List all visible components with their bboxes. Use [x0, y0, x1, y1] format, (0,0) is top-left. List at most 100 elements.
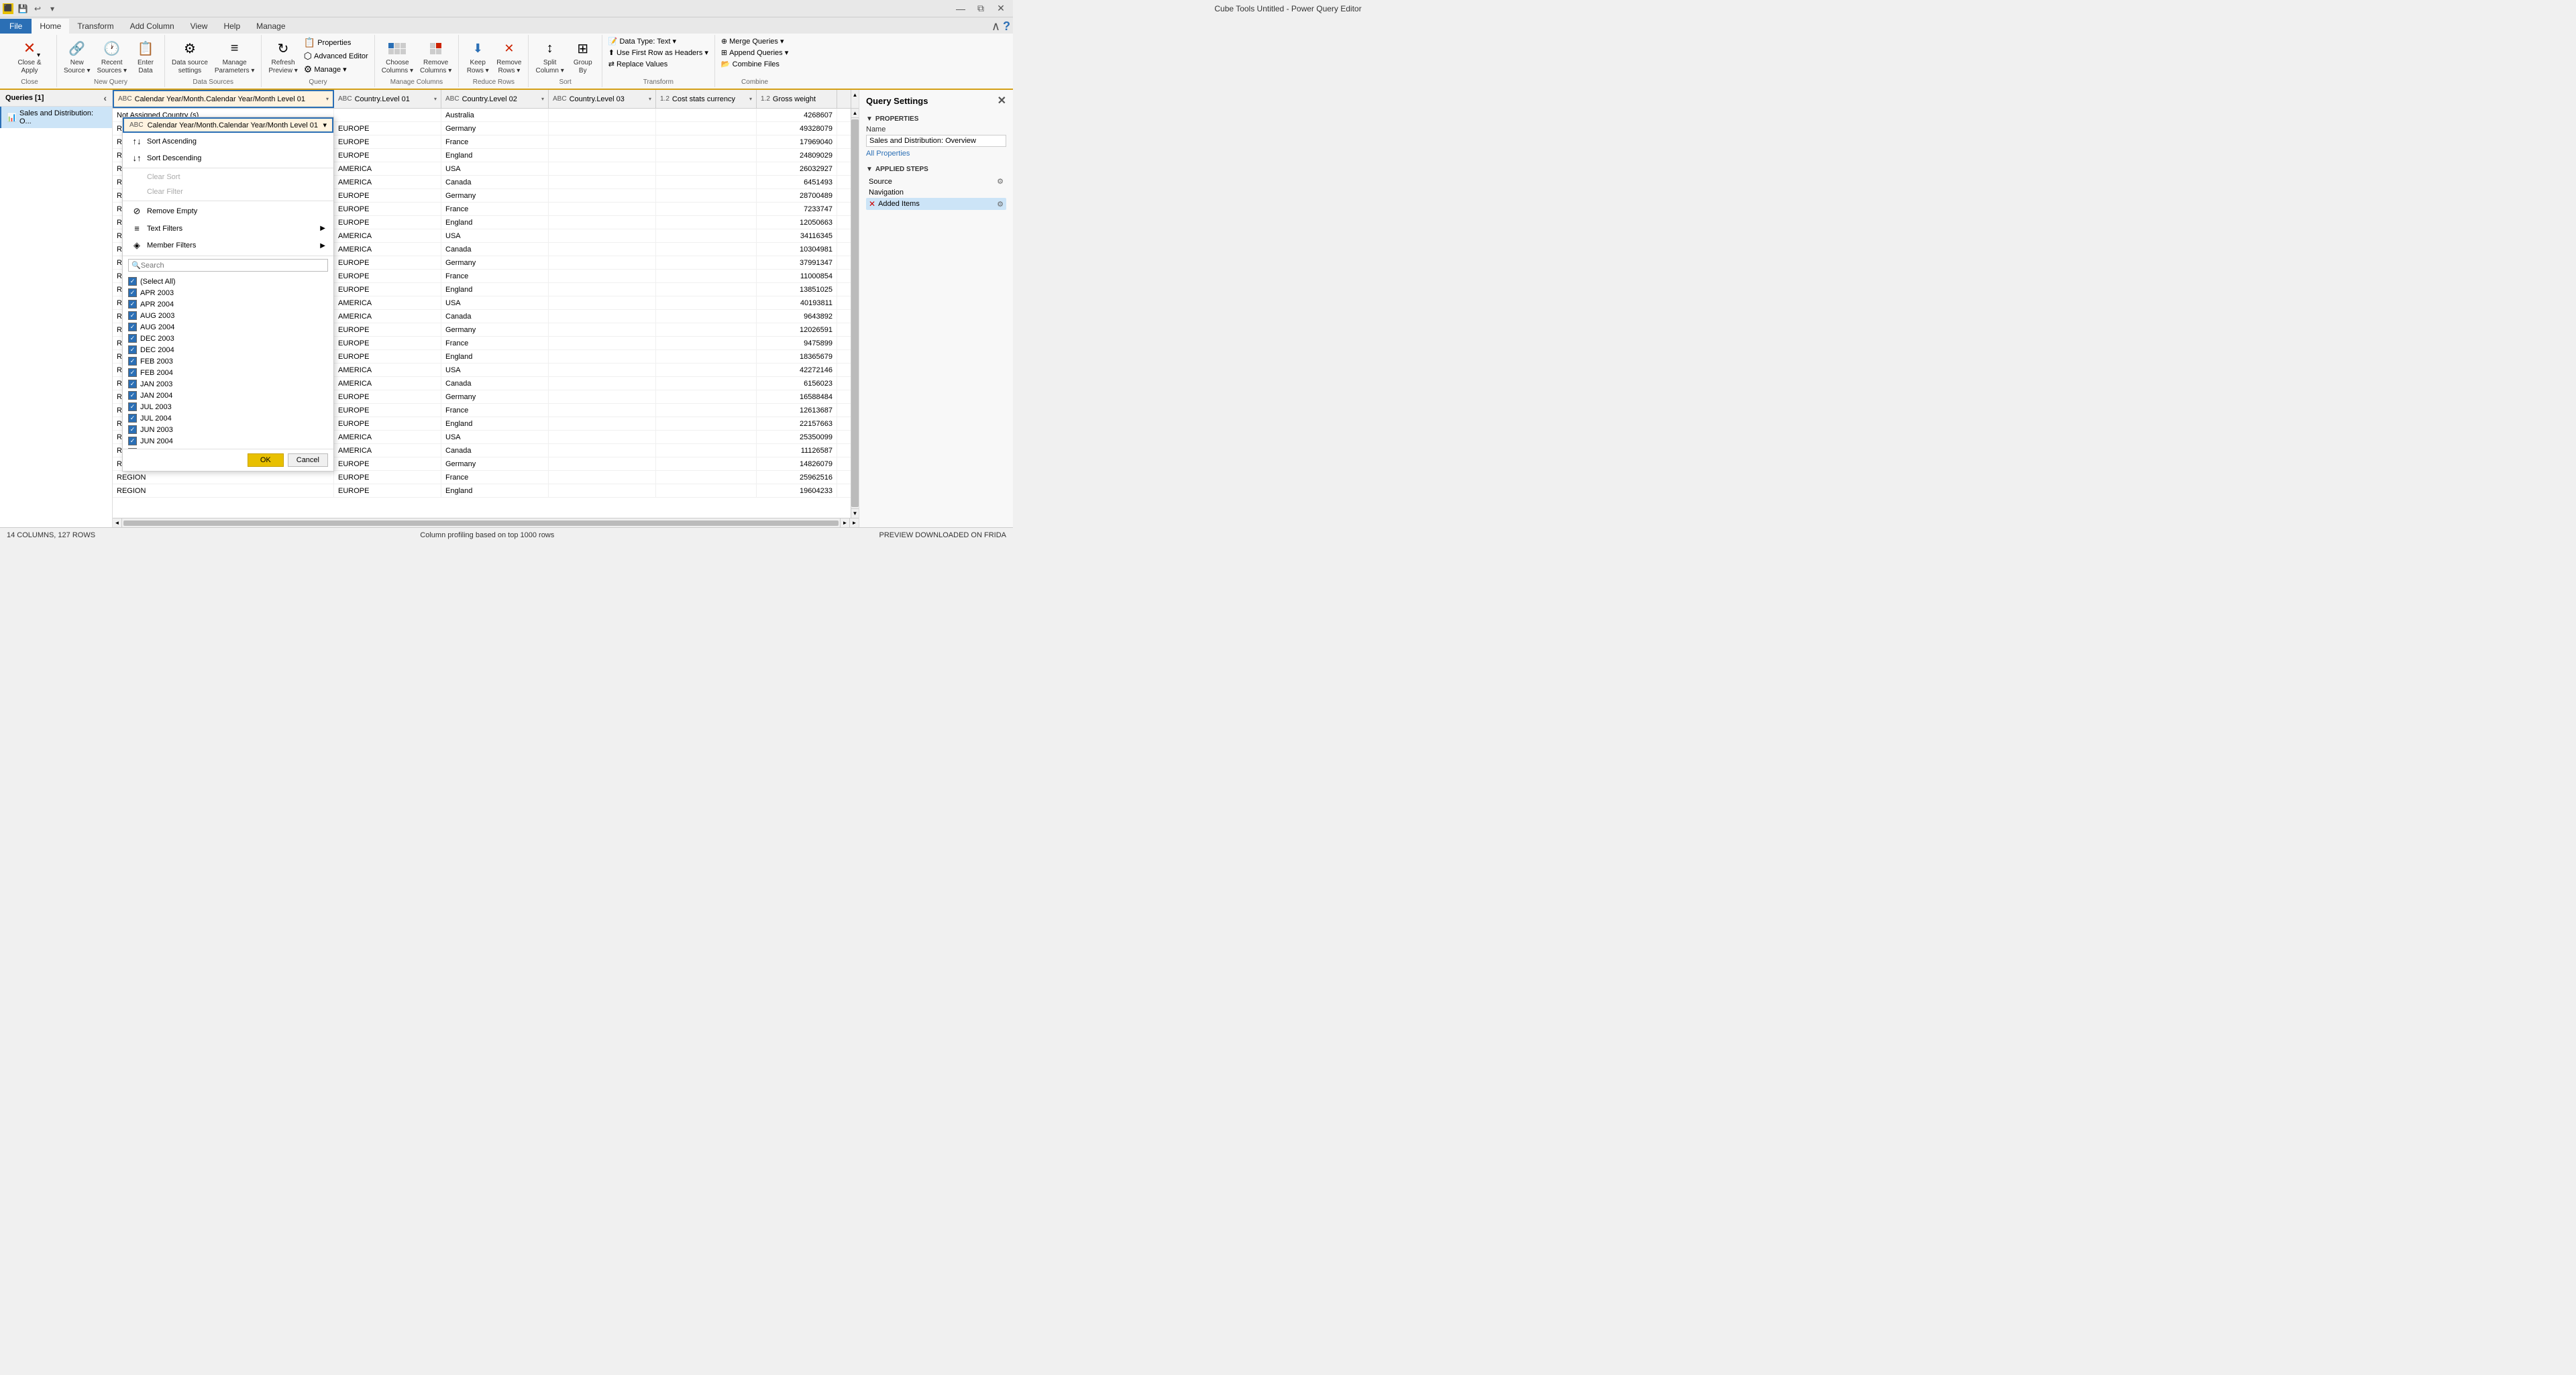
cancel-button[interactable]: Cancel — [288, 453, 328, 467]
vertical-scrollbar[interactable]: ▲ ▼ — [851, 109, 859, 518]
all-properties-link[interactable]: All Properties — [866, 150, 910, 158]
help-icon[interactable]: ? — [1003, 19, 1010, 34]
hscroll-left[interactable]: ◄ — [113, 518, 122, 527]
col-header-5[interactable]: 1.2 Gross weight — [757, 90, 837, 108]
checkbox-box[interactable]: ✓ — [128, 437, 137, 445]
sort-ascending-item[interactable]: ↑↓ Sort Ascending — [123, 133, 333, 150]
new-source-btn[interactable]: 🔗 NewSource ▾ — [61, 36, 93, 76]
col-dropdown-4[interactable]: ▾ — [749, 96, 752, 102]
checkbox-item[interactable]: ✓APR 2003 — [128, 287, 328, 298]
hscroll-right[interactable]: ► — [840, 518, 849, 527]
tab-home[interactable]: Home — [32, 19, 69, 34]
ribbon-collapse-btn[interactable]: ∧ — [991, 19, 1000, 34]
checkbox-box[interactable]: ✓ — [128, 391, 137, 400]
text-filters-item[interactable]: ≡ Text Filters ▶ — [123, 220, 333, 237]
col-header-0[interactable]: ABC Calendar Year/Month.Calendar Year/Mo… — [113, 90, 334, 108]
remove-columns-btn[interactable]: RemoveColumns ▾ — [417, 36, 454, 76]
queries-collapse-btn[interactable]: ‹ — [103, 93, 107, 103]
checkbox-item[interactable]: ✓DEC 2004 — [128, 344, 328, 355]
checkbox-box[interactable]: ✓ — [128, 448, 137, 449]
checkbox-item[interactable]: ✓DEC 2003 — [128, 333, 328, 344]
use-first-row-btn[interactable]: ⬆ Use First Row as Headers ▾ — [606, 48, 710, 58]
checkbox-item[interactable]: ✓APR 2004 — [128, 298, 328, 310]
merge-queries-btn[interactable]: ⊕ Merge Queries ▾ — [719, 36, 786, 46]
tab-transform[interactable]: Transform — [69, 19, 121, 34]
recent-sources-btn[interactable]: 🕐 RecentSources ▾ — [94, 36, 129, 76]
maximize-btn[interactable]: ⧉ — [971, 2, 990, 15]
save-quick-btn[interactable]: 💾 — [16, 2, 30, 15]
advanced-editor-btn[interactable]: ⬡ Advanced Editor — [302, 50, 370, 62]
quick-access-dropdown[interactable]: ▾ — [46, 2, 59, 15]
checkbox-box[interactable]: ✓ — [128, 323, 137, 331]
vscroll-up[interactable]: ▲ — [851, 109, 859, 118]
checkbox-box[interactable]: ✓ — [128, 311, 137, 320]
step-navigation[interactable]: Navigation — [866, 187, 1006, 198]
checkbox-box[interactable]: ✓ — [128, 288, 137, 297]
step-added-items[interactable]: ✕ Added Items ⚙ — [866, 198, 1006, 210]
close-apply-btn[interactable]: ✕ ▾ Close & Apply — [7, 36, 52, 76]
step-added-gear[interactable]: ⚙ — [997, 200, 1004, 209]
undo-quick-btn[interactable]: ↩ — [31, 2, 44, 15]
col-header-2[interactable]: ABC Country.Level 02 ▾ — [441, 90, 549, 108]
col-header-4[interactable]: 1.2 Cost stats currency ▾ — [656, 90, 757, 108]
step-source[interactable]: Source ⚙ — [866, 176, 1006, 187]
col-dropdown-1[interactable]: ▾ — [434, 96, 437, 102]
tab-manage[interactable]: Manage — [248, 19, 293, 34]
query-item-sales[interactable]: 📊 Sales and Distribution: O... — [0, 107, 112, 128]
settings-close-btn[interactable]: ✕ — [998, 94, 1006, 107]
col-dropdown-3[interactable]: ▾ — [649, 96, 651, 102]
col-header-3[interactable]: ABC Country.Level 03 ▾ — [549, 90, 656, 108]
split-column-btn[interactable]: ↕ SplitColumn ▾ — [533, 36, 566, 76]
col-header-1[interactable]: ABC Country.Level 01 ▾ — [334, 90, 441, 108]
checkbox-item[interactable]: ✓JUL 2004 — [128, 412, 328, 424]
sort-descending-item[interactable]: ↓↑ Sort Descending — [123, 150, 333, 166]
checkbox-box[interactable]: ✓ — [128, 300, 137, 309]
step-source-gear[interactable]: ⚙ — [997, 177, 1004, 186]
checkbox-box[interactable]: ✓ — [128, 380, 137, 388]
minimize-btn[interactable]: — — [951, 2, 970, 15]
checkbox-item[interactable]: ✓JUN 2004 — [128, 435, 328, 447]
scroll-up-btn[interactable]: ▲ — [851, 90, 859, 99]
checkbox-box[interactable]: ✓ — [128, 425, 137, 434]
manage-btn[interactable]: ⚙ Manage ▾ — [302, 63, 370, 76]
checkbox-item[interactable]: ✓(Select All) — [128, 276, 328, 287]
data-type-btn[interactable]: 📝 Data Type: Text ▾ — [606, 36, 678, 46]
checkbox-box[interactable]: ✓ — [128, 402, 137, 411]
ok-button[interactable]: OK — [248, 453, 284, 467]
checkbox-box[interactable]: ✓ — [128, 357, 137, 366]
append-queries-btn[interactable]: ⊞ Append Queries ▾ — [719, 48, 790, 58]
replace-values-btn[interactable]: ⇄ Replace Values — [606, 59, 669, 69]
checkbox-box[interactable]: ✓ — [128, 277, 137, 286]
checkbox-item[interactable]: ✓JAN 2004 — [128, 390, 328, 401]
vscroll-down[interactable]: ▼ — [851, 508, 859, 518]
tab-file[interactable]: File — [0, 19, 32, 34]
keep-rows-btn[interactable]: ⬇ KeepRows ▾ — [463, 36, 492, 76]
checkbox-item[interactable]: ✓JUN 2003 — [128, 424, 328, 435]
checkbox-item[interactable]: ✓FEB 2003 — [128, 355, 328, 367]
vscroll-thumb[interactable] — [851, 119, 859, 507]
refresh-preview-btn[interactable]: ↻ RefreshPreview ▾ — [266, 36, 300, 76]
member-filters-item[interactable]: ◈ Member Filters ▶ — [123, 237, 333, 254]
query-name-input[interactable] — [866, 135, 1006, 147]
checkbox-item[interactable]: ✓FEB 2004 — [128, 367, 328, 378]
choose-columns-btn[interactable]: ChooseColumns ▾ — [379, 36, 416, 76]
checkbox-item[interactable]: ✓JAN 2003 — [128, 378, 328, 390]
data-source-settings-btn[interactable]: ⚙ Data sourcesettings — [169, 36, 211, 76]
checkbox-box[interactable]: ✓ — [128, 334, 137, 343]
combine-files-btn[interactable]: 📂 Combine Files — [719, 59, 782, 69]
manage-parameters-btn[interactable]: ≡ ManageParameters ▾ — [212, 36, 257, 76]
checkbox-item[interactable]: ✓AUG 2003 — [128, 310, 328, 321]
group-by-btn[interactable]: ⊞ GroupBy — [568, 36, 598, 76]
tab-add-column[interactable]: Add Column — [122, 19, 182, 34]
horizontal-scrollbar[interactable]: ◄ ► ► — [113, 518, 859, 527]
col-dropdown-0[interactable]: ▾ — [326, 96, 329, 102]
scroll-corner-right[interactable]: ► — [849, 518, 859, 528]
tab-view[interactable]: View — [182, 19, 216, 34]
checkbox-box[interactable]: ✓ — [128, 414, 137, 423]
tab-help[interactable]: Help — [215, 19, 248, 34]
properties-btn[interactable]: 📋 Properties — [302, 36, 370, 49]
remove-empty-item[interactable]: ⊘ Remove Empty — [123, 203, 333, 220]
checkbox-box[interactable]: ✓ — [128, 345, 137, 354]
filter-search-input[interactable] — [141, 262, 325, 270]
checkbox-item[interactable]: ✓AUG 2004 — [128, 321, 328, 333]
